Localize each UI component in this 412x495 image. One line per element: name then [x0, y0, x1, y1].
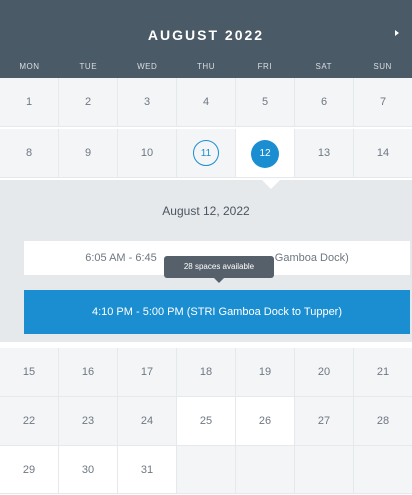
calendar-week-row: 8 9 10 11 12 13 14 [0, 129, 412, 178]
panel-pointer [262, 180, 280, 189]
day-cell[interactable]: 26 [236, 397, 295, 446]
month-title: AUGUST 2022 [147, 27, 265, 43]
weekday-label: THU [197, 62, 215, 71]
day-cell-today[interactable]: 11 [177, 129, 236, 178]
day-cell[interactable]: 5 [236, 78, 295, 127]
day-cell[interactable]: 1 [0, 78, 59, 127]
day-cell[interactable]: 2 [59, 78, 118, 127]
day-cell[interactable]: 6 [295, 78, 354, 127]
day-cell[interactable]: 29 [0, 446, 59, 494]
availability-tooltip: 28 spaces available [164, 256, 274, 283]
day-cell[interactable]: 9 [59, 129, 118, 178]
weekday-label: FRI [257, 62, 273, 71]
day-cell[interactable]: 16 [59, 348, 118, 397]
empty-day-cell [354, 446, 412, 494]
calendar-week-row: 22 23 24 25 26 27 28 [0, 397, 412, 446]
calendar-week-row: 29 30 31 [0, 446, 412, 494]
day-cell[interactable]: 7 [354, 78, 412, 127]
weekday-label: WED [137, 62, 158, 71]
calendar-header: AUGUST 2022 [0, 0, 412, 56]
weekday-label: TUE [79, 62, 98, 71]
day-cell[interactable]: 22 [0, 397, 59, 446]
day-cell[interactable]: 30 [59, 446, 118, 494]
time-slot-label-end: Gamboa Dock) [274, 252, 349, 264]
today-marker: 11 [193, 140, 219, 166]
selected-date-label: August 12, 2022 [162, 204, 250, 218]
calendar-week-row: 15 16 17 18 19 20 21 [0, 348, 412, 397]
day-cell-selected[interactable]: 12 [236, 129, 295, 178]
time-slot-option-selected[interactable]: 4:10 PM - 5:00 PM (STRI Gamboa Dock to T… [24, 290, 410, 334]
empty-day-cell [177, 446, 236, 494]
day-cell[interactable]: 17 [118, 348, 177, 397]
weekday-label: MON [19, 62, 40, 71]
empty-day-cell [236, 446, 295, 494]
calendar-week-row: 1 2 3 4 5 6 7 [0, 78, 412, 127]
day-cell[interactable]: 13 [295, 129, 354, 178]
weekday-header-row: MON TUE WED THU FRI SAT SUN [0, 56, 412, 78]
day-cell[interactable]: 21 [354, 348, 412, 397]
chevron-right-icon[interactable] [390, 26, 406, 42]
day-cell[interactable]: 18 [177, 348, 236, 397]
day-cell[interactable]: 25 [177, 397, 236, 446]
time-slot-label-start: 6:05 AM - 6:45 [85, 252, 157, 264]
day-cell[interactable]: 4 [177, 78, 236, 127]
weekday-label: SUN [373, 62, 392, 71]
day-cell[interactable]: 19 [236, 348, 295, 397]
selected-day-marker: 12 [251, 140, 279, 168]
weekday-label: SAT [315, 62, 332, 71]
day-cell[interactable]: 10 [118, 129, 177, 178]
day-cell[interactable]: 23 [59, 397, 118, 446]
day-cell[interactable]: 31 [118, 446, 177, 494]
empty-day-cell [295, 446, 354, 494]
day-cell[interactable]: 8 [0, 129, 59, 178]
day-cell[interactable]: 14 [354, 129, 412, 178]
day-cell[interactable]: 27 [295, 397, 354, 446]
day-cell[interactable]: 20 [295, 348, 354, 397]
calendar-widget: AUGUST 2022 MON TUE WED THU FRI SAT SUN … [0, 0, 412, 494]
day-cell[interactable]: 3 [118, 78, 177, 127]
day-cell[interactable]: 24 [118, 397, 177, 446]
day-cell[interactable]: 15 [0, 348, 59, 397]
day-cell[interactable]: 28 [354, 397, 412, 446]
